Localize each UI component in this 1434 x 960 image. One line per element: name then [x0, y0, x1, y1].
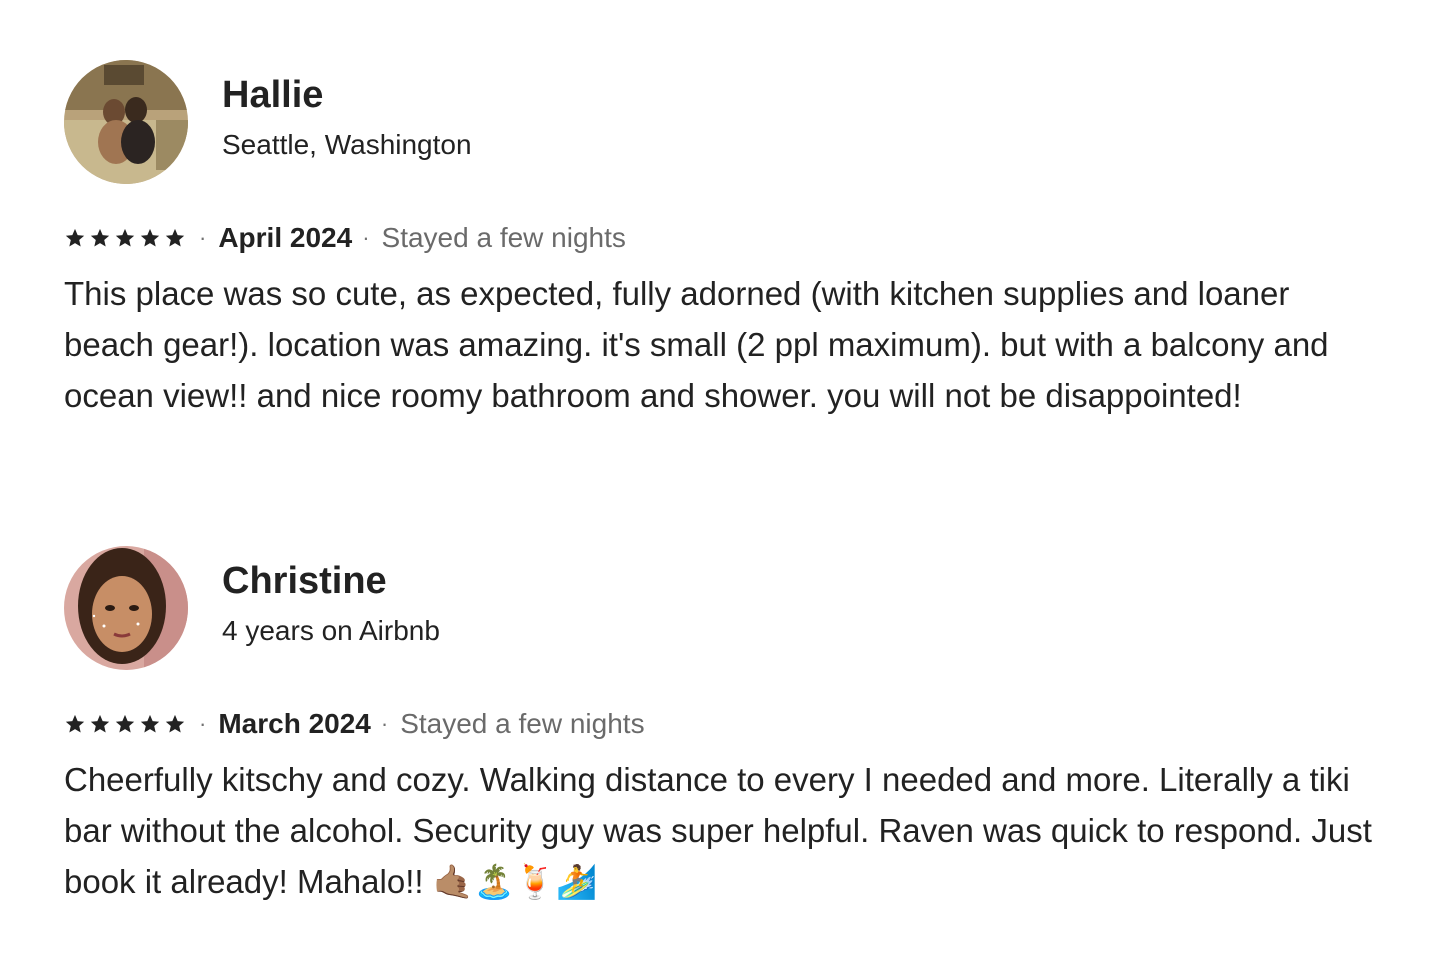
reviewer-photo-icon	[64, 546, 188, 670]
review-date: March 2024	[218, 708, 371, 739]
reviewer-name: Christine	[222, 560, 387, 602]
separator-dot: ·	[380, 711, 389, 736]
star-icon	[164, 227, 186, 249]
review-meta: · April 2024 · Stayed a few nights	[64, 216, 1384, 260]
stay-length: Stayed a few nights	[381, 222, 626, 253]
reviewer-tenure: 4 years on Airbnb	[222, 615, 440, 646]
star-icon	[139, 713, 161, 735]
separator-dot: ·	[199, 225, 207, 250]
star-icon	[89, 227, 111, 249]
star-icon	[114, 713, 136, 735]
avatar[interactable]	[64, 60, 188, 184]
separator-dot: ·	[362, 225, 370, 250]
reviews-section: Hallie Seattle, Washington · April 2024 …	[0, 0, 1434, 960]
review-card: Christine 4 years on Airbnb · March 2024…	[64, 546, 1384, 907]
reviewer-header: Christine 4 years on Airbnb	[64, 546, 1384, 670]
review-text: Cheerfully kitschy and cozy. Walking dis…	[64, 761, 1372, 900]
reviewer-photo-icon	[64, 60, 188, 184]
rating-stars	[64, 227, 189, 249]
reviewer-location: Seattle, Washington	[222, 129, 472, 160]
separator-dot: ·	[199, 711, 207, 736]
star-icon	[139, 227, 161, 249]
review-card: Hallie Seattle, Washington · April 2024 …	[64, 60, 1384, 421]
star-icon	[64, 227, 86, 249]
star-icon	[89, 713, 111, 735]
star-icon	[64, 713, 86, 735]
star-icon	[114, 227, 136, 249]
reviewer-header: Hallie Seattle, Washington	[64, 60, 1384, 184]
review-text: This place was so cute, as expected, ful…	[64, 275, 1329, 414]
star-icon	[164, 713, 186, 735]
review-date: April 2024	[218, 222, 353, 253]
rating-stars	[64, 713, 189, 735]
reviewer-name: Hallie	[222, 74, 324, 116]
review-meta: · March 2024 · Stayed a few nights	[64, 702, 1384, 746]
stay-length: Stayed a few nights	[400, 708, 645, 739]
avatar[interactable]	[64, 546, 188, 670]
